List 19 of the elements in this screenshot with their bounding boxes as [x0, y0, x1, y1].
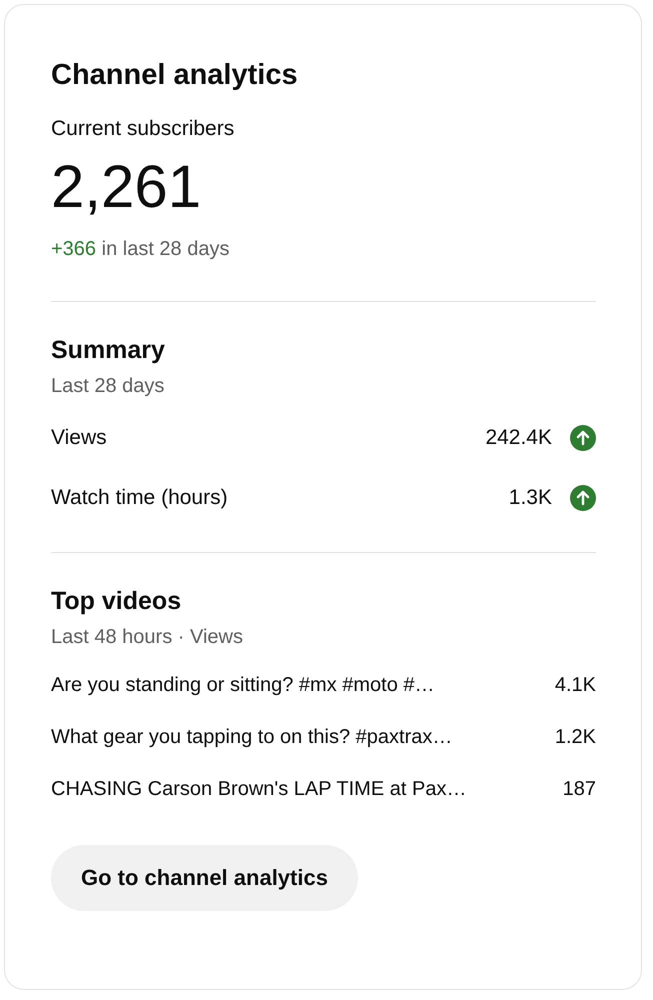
subscriber-count: 2,261 [51, 152, 202, 222]
metric-value: 242.4K [485, 426, 552, 450]
video-title[interactable]: Are you standing or sitting? #mx #moto #… [51, 674, 435, 696]
metric-value: 1.3K [508, 486, 552, 510]
top-videos-period: Last 48 hours · Views [51, 625, 244, 650]
card-title: Channel analytics [51, 58, 299, 93]
video-views: 4.1K [554, 674, 596, 696]
summary-period: Last 28 days [51, 374, 166, 399]
video-title[interactable]: CHASING Carson Brown's LAP TIME at Pax… [51, 778, 466, 800]
subscribers-label: Current subscribers [51, 116, 236, 142]
video-title[interactable]: What gear you tapping to on this? #paxtrax… [51, 726, 452, 748]
top-videos-title: Top videos [51, 586, 182, 617]
subscriber-change: +366 in last 28 days [51, 237, 230, 262]
video-views: 1.2K [554, 726, 596, 748]
metric-label: Views [51, 426, 107, 450]
channel-analytics-button[interactable]: Go to channel analytics [51, 845, 358, 911]
video-views: 187 [562, 778, 596, 800]
metric-label: Watch time (hours) [51, 486, 228, 510]
summary-title: Summary [51, 335, 166, 366]
